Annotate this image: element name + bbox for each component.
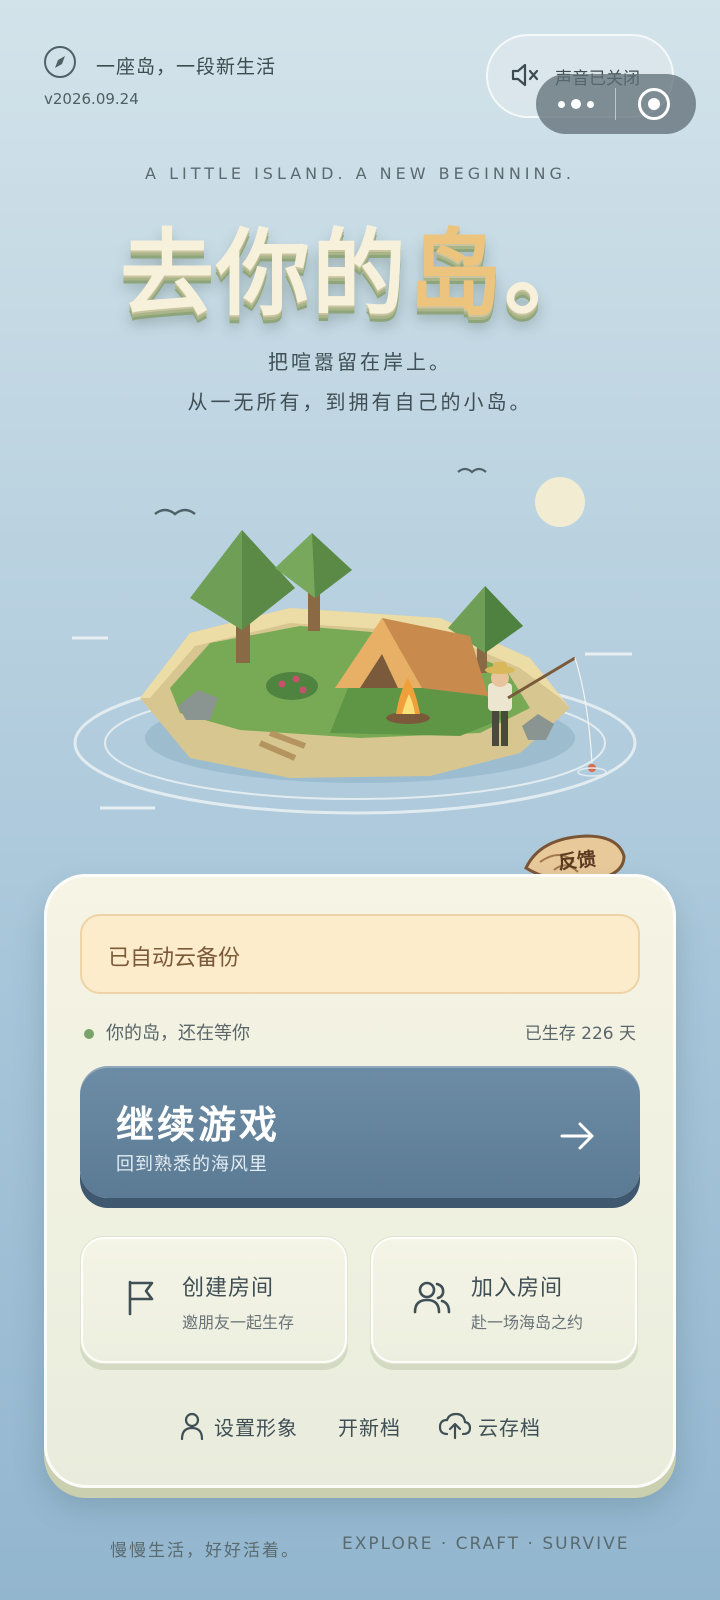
island-waiting-text: 你的岛，还在等你 [106, 1023, 250, 1044]
game-title: 去你的岛。 [0, 198, 720, 334]
english-subtitle: A LITTLE ISLAND. A NEW BEGINNING. [145, 164, 575, 183]
cloud-save-link[interactable]: 云存档 [478, 1412, 541, 1441]
users-icon [413, 1281, 451, 1314]
continue-game-subtitle[interactable]: 回到熟悉的海风里 [116, 1150, 268, 1176]
cloud-backup-text: 已自动云备份 [108, 946, 241, 971]
tagline-line-1: 把喧嚣留在岸上。 [268, 350, 452, 374]
days-survived: 已生存 226 天 [524, 1024, 636, 1044]
join-room-title[interactable]: 加入房间 [471, 1270, 563, 1302]
create-room-subtitle[interactable]: 邀朋友一起生存 [182, 1309, 294, 1333]
capsule-divider [615, 88, 616, 120]
footer-slogan: 慢慢生活，好好活着。 [110, 1541, 300, 1561]
feedback-label[interactable]: 反馈 [557, 844, 598, 875]
close-miniprogram-icon[interactable] [638, 88, 670, 120]
arrow-right-icon[interactable] [558, 1118, 598, 1154]
join-room-subtitle[interactable]: 赴一场海岛之约 [471, 1309, 583, 1333]
version-label: v2026.09.24 [44, 90, 139, 108]
title-end: 。 [504, 220, 601, 329]
footer-motto: EXPLORE · CRAFT · SURVIVE [342, 1534, 630, 1554]
mute-icon [510, 62, 540, 92]
set-avatar-link[interactable]: 设置形象 [214, 1412, 298, 1441]
mini-program-capsule [536, 74, 696, 134]
status-dot-icon [84, 1029, 94, 1039]
cloud-upload-icon[interactable] [438, 1412, 472, 1440]
person-icon[interactable] [180, 1412, 204, 1440]
continue-game-title[interactable]: 继续游戏 [116, 1094, 280, 1149]
title-accent: 岛 [407, 220, 504, 329]
more-options-icon[interactable] [556, 92, 596, 116]
tagline-line-2: 从一无所有，到拥有自己的小岛。 [187, 390, 533, 414]
island-illustration [72, 467, 637, 815]
new-save-link[interactable]: 开新档 [338, 1412, 401, 1441]
title-main: 去你的 [119, 220, 408, 329]
flag-icon [128, 1280, 154, 1316]
app-slogan: 一座岛，一段新生活 [96, 56, 277, 78]
create-room-title[interactable]: 创建房间 [182, 1270, 274, 1302]
compass-icon [44, 46, 76, 78]
